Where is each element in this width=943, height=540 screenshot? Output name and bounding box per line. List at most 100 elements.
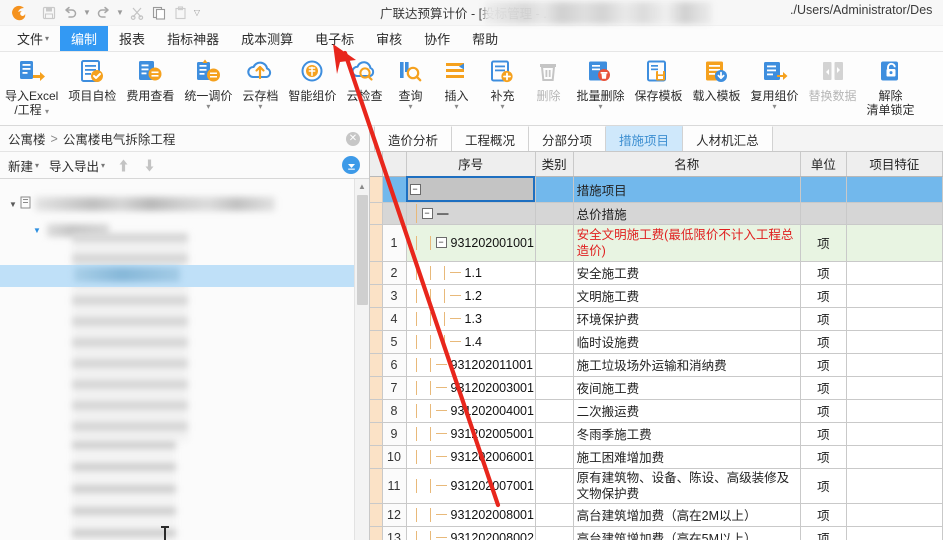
smart-pricing-button[interactable]: 智能组价 (283, 55, 341, 103)
save-template-button[interactable]: 保存模板 (629, 55, 687, 103)
row-seq[interactable]: 931202011001 (406, 353, 536, 377)
unlock-list-button[interactable]: 解除 清单锁定 (862, 55, 920, 117)
row-seq[interactable]: 1.1 (406, 261, 536, 285)
unified-price-adjust-button[interactable]: 统一调价 ▾ (179, 55, 237, 111)
tab-rencaijihuizong[interactable]: 人材机汇总 (683, 126, 773, 151)
chevron-down-icon[interactable]: ▾ (454, 103, 458, 111)
project-self-check-button[interactable]: 项目自检 (63, 55, 121, 103)
table-row[interactable]: 2 1.1 安全施工费 项 (370, 261, 943, 285)
undo-dropdown-caret-icon[interactable]: ▼ (82, 2, 92, 23)
ribbon-tab-xiezuo[interactable]: 协作 (413, 26, 461, 51)
row-seq[interactable]: 931202004001 (406, 399, 536, 423)
ribbon-tab-bangzhu[interactable]: 帮助 (461, 26, 509, 51)
arrow-down-icon[interactable] (141, 156, 157, 174)
tab-cuoshixiangmu[interactable]: 措施项目 (606, 126, 684, 151)
chevron-down-icon[interactable]: ▾ (598, 103, 602, 111)
undo-icon[interactable] (60, 2, 81, 23)
column-header-leibie[interactable]: 类别 (535, 152, 574, 177)
query-button[interactable]: 查询 ▾ (387, 55, 433, 111)
row-seq[interactable]: − (406, 176, 536, 203)
table-row[interactable]: 6 931202011001 施工垃圾场外运输和消纳费 项 (370, 353, 943, 377)
table-row[interactable]: 13 931202008002 高台建筑增加费（高在5M以上） 项 (370, 526, 943, 540)
chevron-down-icon[interactable]: ▾ (500, 103, 504, 111)
expand-toggle-icon[interactable]: − (409, 183, 421, 195)
tab-zaojiafenxi[interactable]: 造价分析 (374, 126, 453, 151)
measures-table[interactable]: 序号 类别 名称 单位 项目特征 − 措施项目 − 一 总价措施 1 − 931… (370, 152, 943, 540)
scrollbar-thumb[interactable] (357, 195, 368, 305)
scroll-up-icon[interactable]: ▲ (355, 179, 369, 194)
table-row[interactable]: 7 931202003001 夜间施工费 项 (370, 376, 943, 400)
copy-icon[interactable] (148, 2, 169, 23)
chevron-down-icon[interactable]: ▾ (258, 103, 262, 111)
project-tree[interactable]: ▼ ▼ ▲ (0, 179, 369, 540)
row-seq[interactable]: 931202008001 (406, 503, 536, 527)
collapse-panel-icon[interactable] (342, 156, 360, 174)
chevron-down-icon[interactable]: ▾ (206, 103, 210, 111)
chevron-down-icon[interactable]: ▾ (773, 103, 777, 111)
ribbon-tab-shenhe[interactable]: 审核 (365, 26, 413, 51)
arrow-up-icon[interactable] (115, 156, 131, 174)
tree-scrollbar[interactable]: ▲ (354, 179, 369, 540)
breadcrumb-root[interactable]: 公寓楼 (8, 129, 46, 148)
ribbon-tab-bianzhi[interactable]: 编制 (60, 26, 109, 51)
save-icon[interactable] (38, 2, 59, 23)
chevron-down-icon[interactable]: ▾ (408, 103, 412, 111)
expand-toggle-icon[interactable]: − (435, 237, 447, 248)
new-button[interactable]: 新建 ▾ (8, 156, 39, 175)
close-icon[interactable]: ✕ (346, 132, 360, 146)
batch-delete-button[interactable]: 批量删除 ▾ (571, 55, 629, 111)
more-icon[interactable]: ▽ (192, 2, 202, 23)
ribbon-tab-zhibiaoshenqi[interactable]: 指标神器 (156, 26, 230, 51)
column-header-xiangmutezheng[interactable]: 项目特征 (846, 152, 943, 177)
chevron-down-icon[interactable]: ▼ (6, 200, 20, 209)
row-seq[interactable]: 931202003001 (406, 376, 536, 400)
table-row[interactable]: 11 931202007001 原有建筑物、设备、陈设、高级装修及文物保护费 项 (370, 468, 943, 504)
ribbon-tab-baobiao[interactable]: 报表 (108, 26, 156, 51)
expand-toggle-icon[interactable]: − (421, 207, 433, 219)
redo-dropdown-caret-icon[interactable]: ▼ (115, 2, 125, 23)
table-row[interactable]: 4 1.3 环境保护费 项 (370, 307, 943, 331)
reuse-price-button[interactable]: 复用组价 ▾ (746, 55, 804, 111)
row-seq[interactable]: − 一 (406, 202, 536, 225)
tab-gongchenggaikuang[interactable]: 工程概况 (452, 126, 530, 151)
ribbon-tab-dianzibiao[interactable]: 电子标 (304, 26, 365, 51)
table-row[interactable]: 5 1.4 临时设施费 项 (370, 330, 943, 354)
import-excel-button[interactable]: 导入Excel /工程 ▾ (0, 55, 63, 117)
row-seq[interactable]: 1.4 (406, 330, 536, 354)
table-row[interactable]: 3 1.2 文明施工费 项 (370, 284, 943, 308)
row-seq[interactable]: 931202008002 (406, 526, 536, 540)
fee-view-button[interactable]: 费用查看 (121, 55, 179, 103)
redo-icon[interactable] (93, 2, 114, 23)
column-header-danwei[interactable]: 单位 (800, 152, 847, 177)
ribbon-tab-wenjian[interactable]: 文件 ▾ (6, 26, 60, 51)
tab-fenbufenxiang[interactable]: 分部分项 (529, 126, 607, 151)
cloud-check-button[interactable]: 云检查 (341, 55, 387, 103)
table-row[interactable]: 8 931202004001 二次搬运费 项 (370, 399, 943, 423)
row-seq[interactable]: 1.2 (406, 284, 536, 308)
table-row[interactable]: 12 931202008001 高台建筑增加费（高在2M以上） 项 (370, 503, 943, 527)
import-export-button[interactable]: 导入导出 ▾ (49, 156, 105, 175)
table-row[interactable]: 9 931202005001 冬雨季施工费 项 (370, 422, 943, 446)
supplement-button[interactable]: 补充 ▾ (479, 55, 525, 111)
insert-button[interactable]: 插入 ▾ (433, 55, 479, 111)
table-row[interactable]: − 一 总价措施 (370, 202, 943, 225)
breadcrumb-current[interactable]: 公寓楼电气拆除工程 (63, 129, 176, 148)
column-header-xuhao[interactable]: 序号 (406, 152, 536, 177)
tree-selected-row[interactable] (0, 265, 362, 287)
row-seq[interactable]: − 931202001001 (406, 224, 536, 262)
table-row[interactable]: 10 931202006001 施工困难增加费 项 (370, 445, 943, 469)
row-seq[interactable]: 1.3 (406, 307, 536, 331)
row-seq[interactable]: 931202007001 (406, 468, 536, 504)
table-row[interactable]: 1 − 931202001001 安全文明施工费(最低限价不计入工程总造价) 项 (370, 224, 943, 262)
paste-icon[interactable] (170, 2, 191, 23)
load-template-button[interactable]: 载入模板 (687, 55, 745, 103)
row-seq[interactable]: 931202005001 (406, 422, 536, 446)
column-header-mingcheng[interactable]: 名称 (573, 152, 801, 177)
ribbon-tab-chengbenceuan[interactable]: 成本测算 (230, 26, 304, 51)
row-seq[interactable]: 931202006001 (406, 445, 536, 469)
tree-row[interactable]: ▼ (6, 193, 275, 215)
chevron-down-icon[interactable]: ▼ (30, 226, 44, 235)
cut-icon[interactable] (126, 2, 147, 23)
table-row[interactable]: − 措施项目 (370, 176, 943, 203)
cloud-archive-button[interactable]: 云存档 ▾ (237, 55, 283, 111)
